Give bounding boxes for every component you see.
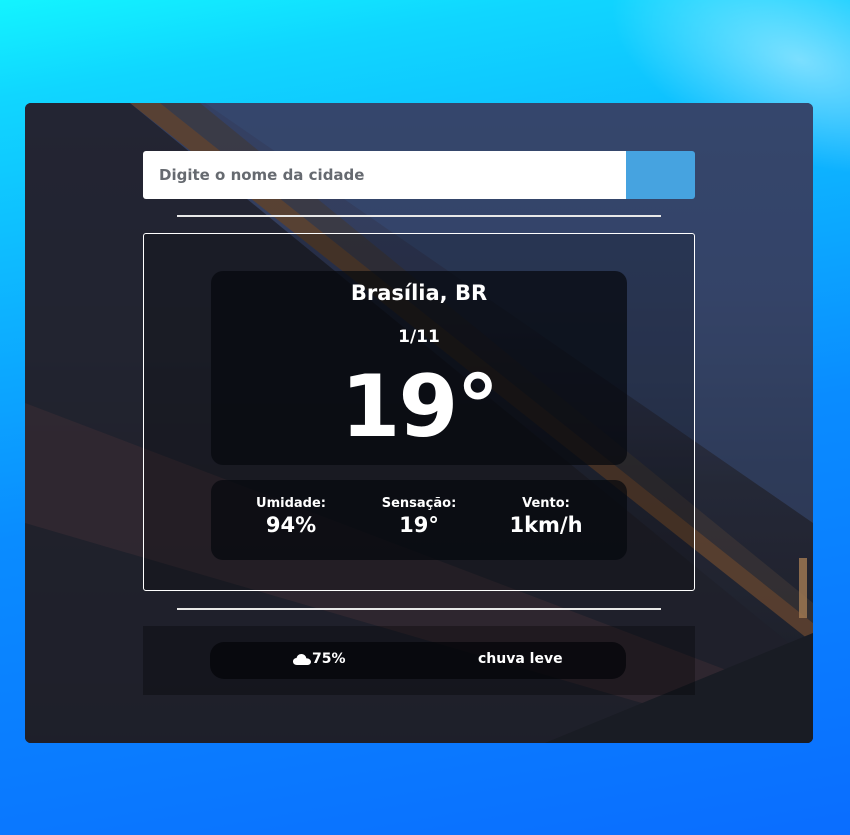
- humidity-value: 94%: [265, 513, 317, 537]
- humidity-label: Umidade:: [256, 496, 326, 511]
- wind-value: 1km/h: [509, 513, 583, 537]
- weather-card: Brasília, BR 1/11 19° Umidade: 94% Sensa…: [25, 103, 813, 743]
- feels-like-label: Sensação:: [381, 496, 457, 511]
- stat-humidity: Umidade: 94%: [231, 496, 351, 537]
- cloudiness-group: 75%: [292, 651, 346, 667]
- weather-stats-panel: Umidade: 94% Sensação: 19° Vento: 1km/h: [211, 480, 627, 560]
- city-search-input[interactable]: [143, 151, 626, 199]
- current-weather-panel: Brasília, BR 1/11 19°: [211, 271, 627, 465]
- search-button[interactable]: [626, 151, 695, 199]
- feels-like-value: 19°: [399, 513, 439, 537]
- stat-wind: Vento: 1km/h: [486, 496, 606, 537]
- weather-description: chuva leve: [478, 651, 563, 667]
- weather-panel: Brasília, BR 1/11 19° Umidade: 94% Sensa…: [143, 233, 695, 591]
- bottom-divider: [177, 608, 661, 610]
- stat-feels-like: Sensação: 19°: [359, 496, 479, 537]
- forecast-pill: 75% chuva leve: [210, 642, 626, 679]
- temperature: 19°: [340, 357, 500, 457]
- weather-date: 1/11: [398, 327, 440, 347]
- cloud-icon: [292, 651, 312, 667]
- search-bar: [143, 151, 695, 199]
- top-divider: [177, 215, 661, 217]
- cloudiness-value: 75%: [312, 651, 346, 667]
- city-name: Brasília, BR: [350, 281, 488, 305]
- wind-label: Vento:: [522, 496, 570, 511]
- forecast-bar: 75% chuva leve: [143, 626, 695, 695]
